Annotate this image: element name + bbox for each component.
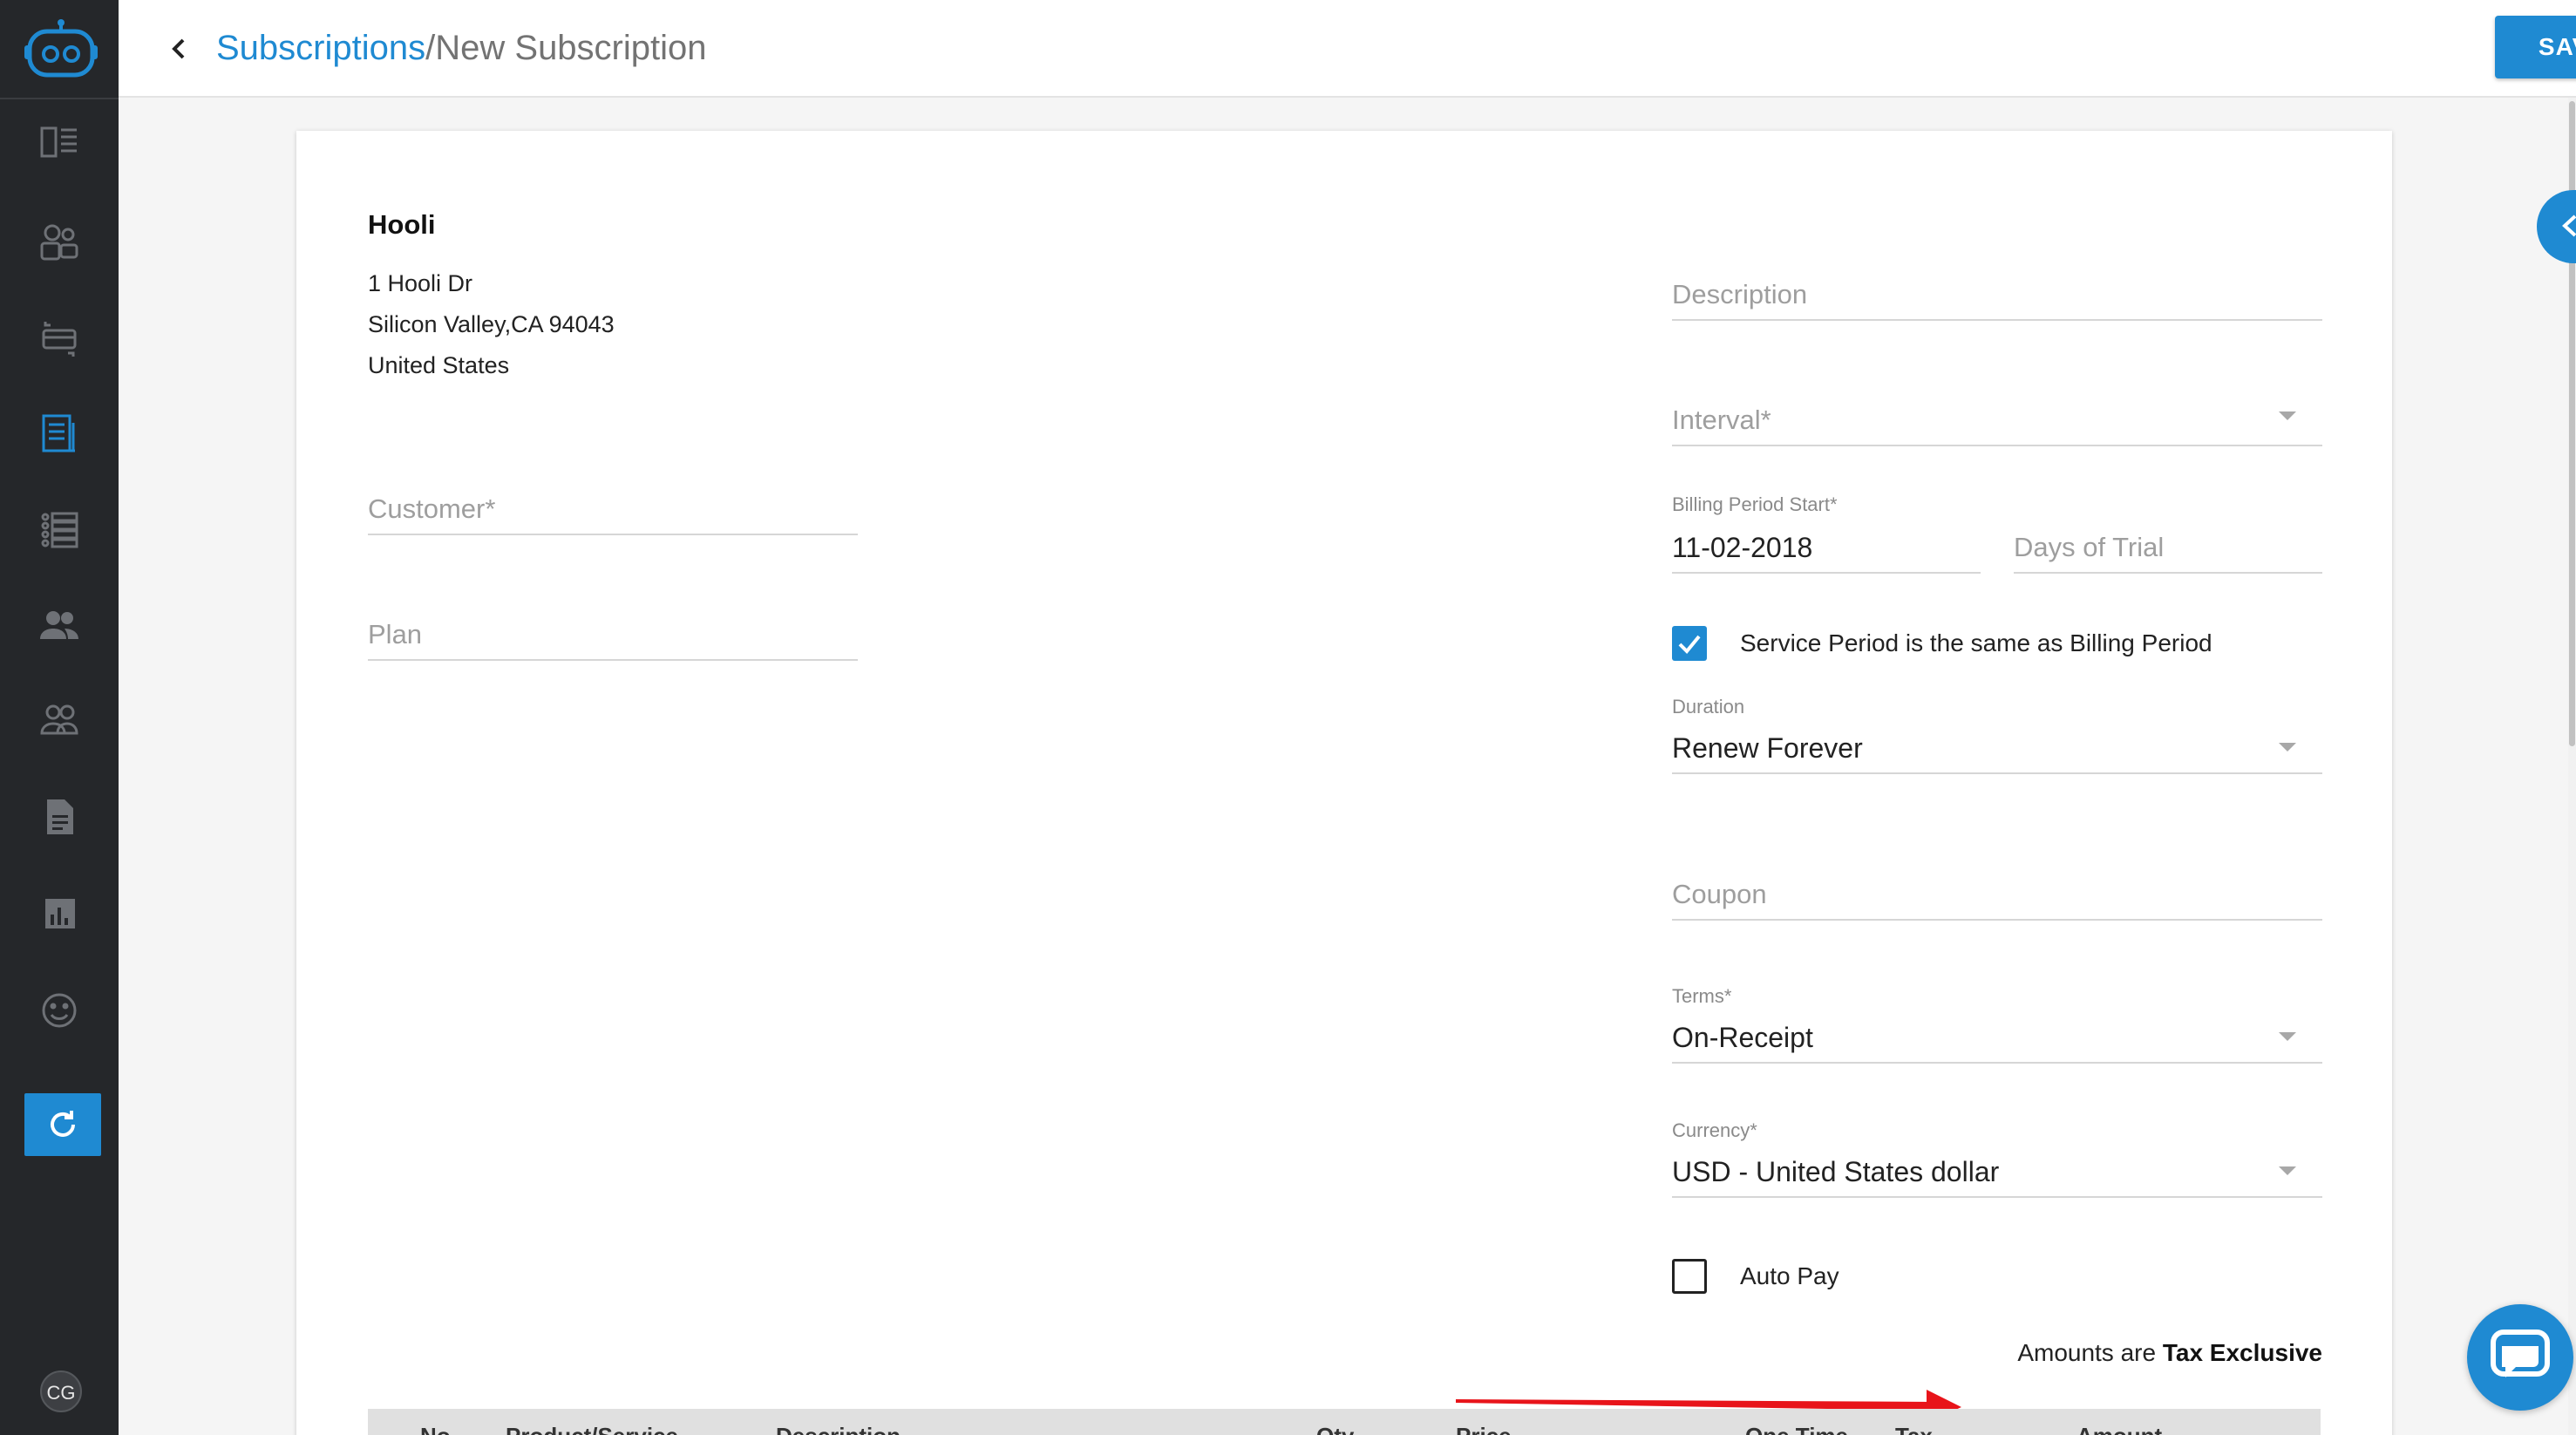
service-period-label: Service Period is the same as Billing Pe… [1740,629,2212,656]
days-of-trial-placeholder: Days of Trial [2014,532,2165,562]
duration-label: Duration [1672,696,1745,718]
line-items-table-header: No. Product/Service Description Qty Pric… [368,1409,2321,1435]
billing-period-start-field[interactable]: Billing Period Start* 11-02-2018 [1672,493,1981,574]
duration-select[interactable]: Duration Renew Forever [1672,696,2322,774]
chevron-down-icon [2279,411,2296,420]
sidebar-item-team[interactable] [0,680,119,758]
back-arrow-icon[interactable] [162,31,197,66]
checkmark-icon [1678,635,1701,654]
auto-pay-checkbox[interactable] [1672,1259,1707,1294]
chat-widget-button[interactable] [2467,1304,2573,1411]
refresh-icon [51,1111,75,1137]
refresh-button[interactable] [24,1093,101,1156]
robot-logo-icon [24,19,98,78]
payments-icon [42,322,77,357]
currency-label: Currency* [1672,1119,1757,1141]
column-header: No. [420,1423,457,1435]
plan-placeholder: Plan [368,619,423,649]
save-button[interactable]: SAVE [2495,16,2576,78]
column-header: Qty [1316,1423,1354,1435]
chevron-left-icon [2562,214,2576,237]
billing-period-start-value: 11-02-2018 [1672,532,1813,563]
terms-value: On-Receipt [1672,1022,1813,1053]
days-of-trial-field[interactable]: Days of Trial [2014,525,2322,574]
chevron-down-icon [2279,1166,2296,1175]
logo-area[interactable] [0,0,119,99]
terms-select[interactable]: Terms* On-Receipt [1672,985,2322,1064]
auto-pay-checkbox-row[interactable]: Auto Pay [1672,1259,1934,1297]
sidebar-item-reports[interactable] [0,875,119,954]
company-name: Hooli [368,209,436,240]
breadcrumb: Subscriptions/New Subscription [216,26,707,70]
breadcrumb-current: New Subscription [435,29,707,67]
interval-select[interactable]: Interval* [1672,392,2322,446]
column-header: Amount [2076,1423,2162,1435]
documents-icon [47,799,73,834]
chat-icon [2491,1330,2550,1377]
tax-note-value: Tax Exclusive [2162,1339,2322,1366]
service-period-checkbox[interactable] [1672,626,1707,661]
sidebar: CG [0,0,119,1435]
team-icon [40,704,78,735]
tax-note-prefix: Amounts are [2017,1339,2157,1366]
sidebar-item-documents[interactable] [0,778,119,856]
sidebar-item-customers[interactable] [0,202,119,281]
side-panel-toggle[interactable] [2537,190,2576,263]
plan-field[interactable]: Plan [368,605,858,661]
column-header: Description [776,1423,901,1435]
sidebar-item-subscriptions[interactable] [0,394,119,473]
billing-period-start-label: Billing Period Start* [1672,493,1838,515]
breadcrumb-subscriptions-link[interactable]: Subscriptions [216,29,425,67]
tax-note: Amounts are Tax Exclusive [2017,1339,2322,1367]
sidebar-item-dashboard[interactable] [0,103,119,181]
subscriptions-icon [42,414,75,452]
currency-select[interactable]: Currency* USD - United States dollar [1672,1119,2322,1198]
column-header: Tax [1895,1423,1933,1435]
terms-label: Terms* [1672,985,1732,1007]
sidebar-item-payments[interactable] [0,300,119,378]
customer-field[interactable]: Customer* [368,479,858,535]
top-header: Subscriptions/New Subscription SAVE [119,0,2576,98]
user-avatar[interactable]: CG [40,1370,82,1412]
description-placeholder: Description [1672,279,1808,309]
column-header: Price [1456,1423,1512,1435]
address-line-2: Silicon Valley,CA 94043 [368,311,615,337]
duration-value: Renew Forever [1672,732,1863,764]
service-period-checkbox-row[interactable]: Service Period is the same as Billing Pe… [1672,626,2282,664]
address-line-3: United States [368,352,510,378]
sidebar-item-contacts[interactable] [0,586,119,664]
coupon-field[interactable]: Coupon [1672,867,2322,921]
coupon-placeholder: Coupon [1672,879,1767,909]
address-line-1: 1 Hooli Dr [368,270,473,296]
customer-placeholder: Customer* [368,493,496,524]
column-header: Product/Service [506,1423,678,1435]
customers-icon [40,224,78,261]
sidebar-item-feedback[interactable] [0,971,119,1050]
chevron-down-icon [2279,743,2296,752]
dashboard-icon [40,126,77,158]
auto-pay-label: Auto Pay [1740,1262,1839,1289]
interval-placeholder: Interval* [1672,405,1771,435]
chevron-down-icon [2279,1032,2296,1041]
sidebar-item-plans[interactable] [0,490,119,568]
app-window: CG Subscriptions/New Subscription SAVE H… [0,0,2576,1435]
breadcrumb-separator: / [425,29,436,67]
subscription-form-card: Hooli 1 Hooli Dr Silicon Valley,CA 94043… [296,131,2392,1435]
reports-icon [45,899,75,928]
column-header: One Time [1745,1423,1848,1435]
currency-value: USD - United States dollar [1672,1156,2000,1187]
description-field[interactable]: Description [1672,269,2322,321]
plans-list-icon [41,512,78,548]
contacts-icon [40,611,78,639]
feedback-icon [42,993,77,1028]
